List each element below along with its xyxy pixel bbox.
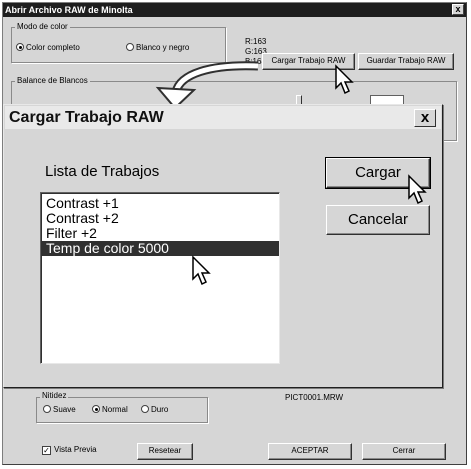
job-list-label: Lista de Trabajos <box>45 163 160 180</box>
load-job-dialog-title: Cargar Trabajo RAW <box>9 109 164 126</box>
list-item[interactable]: Filter +2 <box>41 226 279 241</box>
radio-unselected-icon <box>43 405 51 413</box>
list-item[interactable]: Contrast +1 <box>41 196 279 211</box>
cancel-button[interactable]: Cancelar <box>326 205 430 235</box>
sharpness-soft-radio[interactable]: Suave <box>43 405 76 415</box>
sharpness-normal-label: Normal <box>102 405 128 414</box>
list-item-selected[interactable]: Temp de color 5000 <box>41 241 279 256</box>
job-listbox[interactable]: Contrast +1 Contrast +2 Filter +2 Temp d… <box>40 192 280 364</box>
sharpness-normal-radio[interactable]: Normal <box>92 405 128 415</box>
sharpness-hard-radio[interactable]: Duro <box>141 405 168 415</box>
dialog-close-button[interactable]: x <box>414 109 436 127</box>
radio-unselected-icon <box>141 405 149 413</box>
sharpness-soft-label: Suave <box>53 405 76 414</box>
mouse-cursor-icon <box>408 174 427 205</box>
mouse-cursor-icon <box>335 64 354 95</box>
checkmark-icon: ✓ <box>42 446 51 455</box>
close-icon: x <box>420 109 430 126</box>
ok-button[interactable]: ACEPTAR <box>268 443 352 460</box>
list-item[interactable]: Contrast +2 <box>41 211 279 226</box>
close-button[interactable]: Cerrar <box>362 443 446 460</box>
sharpness-hard-label: Duro <box>151 405 169 414</box>
preview-checkbox[interactable]: ✓ Vista Previa <box>42 445 97 455</box>
reset-button[interactable]: Resetear <box>137 443 193 460</box>
sharpness-legend: Nitidez <box>40 391 69 401</box>
radio-selected-icon <box>92 405 100 413</box>
filename-label: PICT0001.MRW <box>285 393 344 402</box>
load-job-dialog-titlebar: Cargar Trabajo RAW <box>5 106 441 129</box>
mouse-cursor-icon <box>192 255 211 286</box>
preview-checkbox-label: Vista Previa <box>54 445 97 454</box>
